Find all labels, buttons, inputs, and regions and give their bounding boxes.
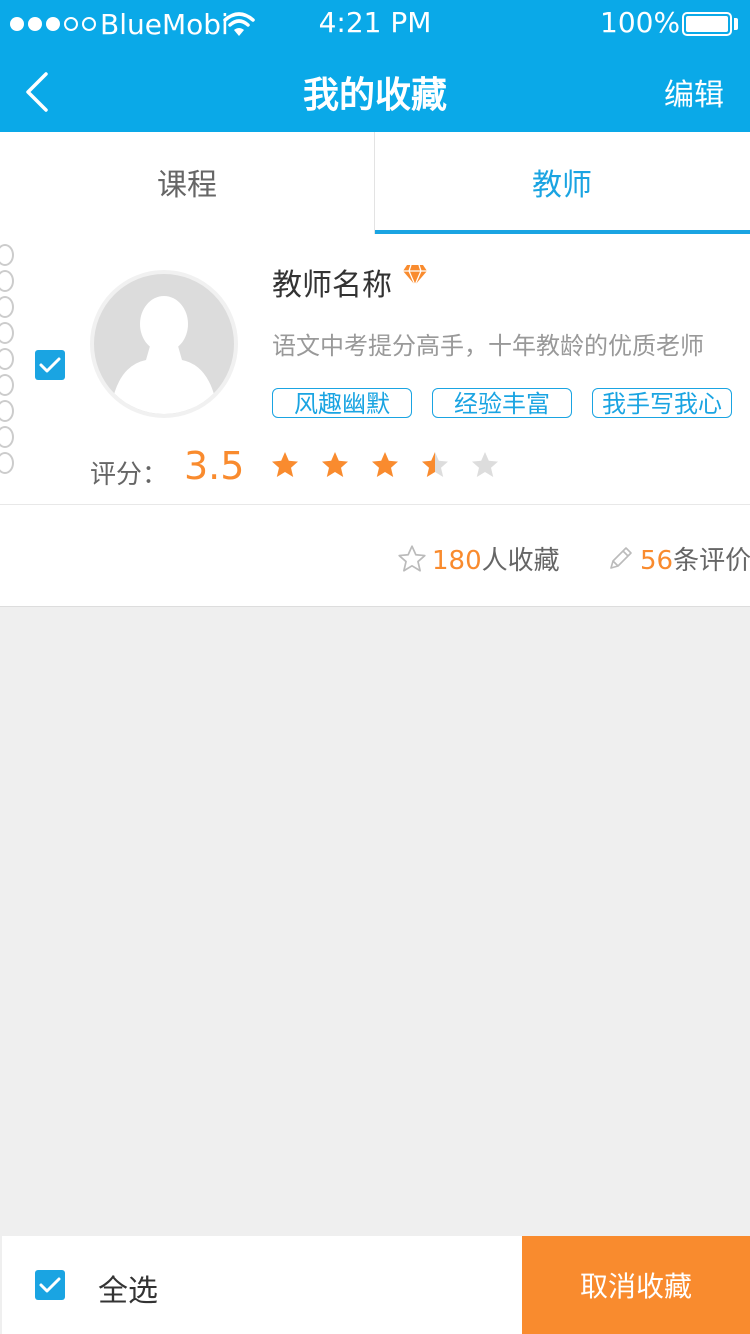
star-filled-icon: [272, 452, 298, 477]
star-outline-icon: [398, 544, 426, 572]
person-silhouette-icon: [110, 296, 218, 414]
teacher-avatar[interactable]: [90, 270, 238, 418]
card-divider: [0, 504, 750, 505]
star-empty-icon: [472, 452, 498, 477]
star-half-icon: [422, 452, 448, 477]
teacher-description: 语文中考提分高手，十年教龄的优质老师: [272, 332, 704, 360]
checkmark-icon: [39, 1277, 61, 1293]
navigation-bar: BlueMobi 4:21 PM 100% 我的收藏 编辑: [0, 0, 750, 132]
reviews-suffix: 条评价: [673, 546, 750, 576]
teacher-card[interactable]: 教师名称 语文中考提分高手，十年教龄的优质老师 风趣幽默 经验丰富 我手写我心 …: [0, 234, 750, 607]
rating-stars: [270, 450, 500, 480]
tab-teachers[interactable]: 教师: [375, 132, 749, 232]
tab-bar: 课程 教师: [0, 132, 750, 235]
rating-value: 3.5: [184, 444, 245, 488]
teacher-tag: 风趣幽默: [272, 388, 412, 418]
edit-button[interactable]: 编辑: [664, 70, 724, 114]
reviews-count: 56: [640, 546, 674, 576]
teacher-tag: 我手写我心: [592, 388, 732, 418]
diamond-badge-icon: [403, 264, 427, 286]
checkmark-icon: [39, 357, 61, 373]
select-all-checkbox[interactable]: [35, 1270, 65, 1300]
reviews-stat: 56条评价: [604, 540, 750, 577]
card-edge-decoration: [0, 244, 16, 478]
pencil-icon: [610, 546, 632, 569]
teacher-name: 教师名称: [272, 268, 392, 303]
battery-tip: [734, 18, 738, 30]
bottom-action-bar: 全选 取消收藏: [2, 1236, 750, 1334]
status-bar: BlueMobi 4:21 PM 100%: [0, 0, 750, 48]
star-filled-icon: [372, 452, 398, 477]
battery-percentage: 100%: [600, 6, 681, 39]
select-all-label[interactable]: 全选: [98, 1266, 158, 1310]
star-filled-icon: [322, 452, 348, 477]
tab-courses[interactable]: 课程: [0, 132, 374, 232]
battery-icon: [682, 12, 732, 36]
favorites-count: 180: [432, 546, 482, 576]
favorites-stat: 180人收藏: [396, 540, 560, 577]
teacher-tag: 经验丰富: [432, 388, 572, 418]
item-checkbox[interactable]: [35, 350, 65, 380]
favorites-suffix: 人收藏: [481, 546, 560, 576]
page-title: 我的收藏: [302, 75, 447, 116]
cancel-favorite-button[interactable]: 取消收藏: [522, 1236, 750, 1334]
rating-label: 评分：: [90, 460, 169, 490]
